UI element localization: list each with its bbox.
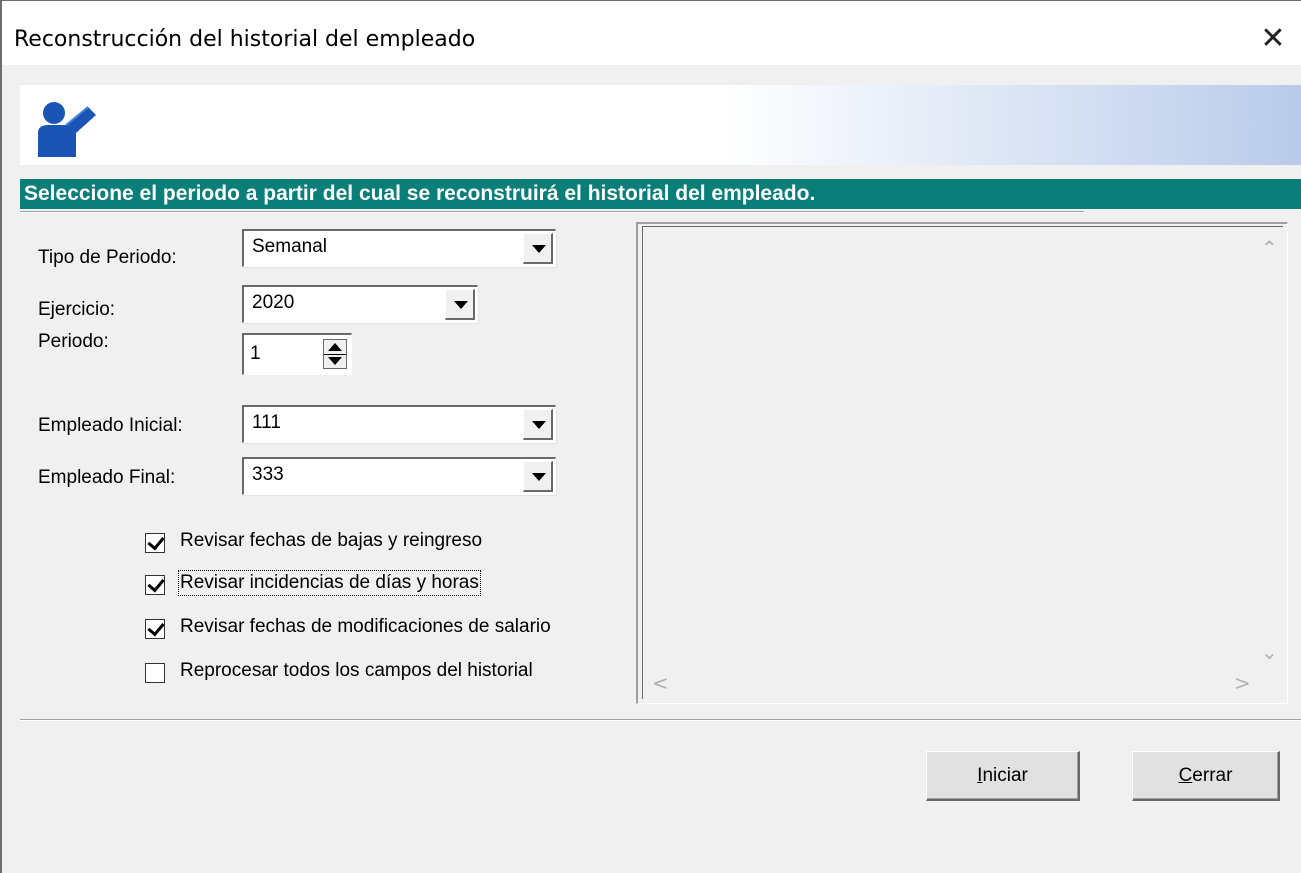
spin-down-icon[interactable] [328, 357, 342, 365]
chevron-down-icon[interactable] [523, 233, 553, 264]
empleado-inicial-label: Empleado Inicial: [38, 415, 183, 436]
divider [20, 211, 1084, 213]
iniciar-label: niciar [982, 765, 1028, 786]
iniciar-button[interactable]: Iniciar [926, 751, 1080, 801]
option-label: Revisar fechas de modificaciones de sala… [180, 616, 551, 637]
periodo-label: Periodo: [38, 331, 109, 352]
spin-up-icon[interactable] [328, 343, 342, 351]
checkbox[interactable] [145, 533, 165, 553]
banner [20, 85, 1301, 165]
spin-divider [324, 354, 346, 355]
empleado-final-select[interactable]: 333 [242, 457, 556, 495]
chevron-down-icon[interactable] [523, 409, 553, 440]
scroll-left-icon[interactable]: < [652, 671, 669, 695]
tipo-periodo-label: Tipo de Periodo: [38, 247, 177, 268]
tipo-periodo-select[interactable]: Semanal [242, 229, 556, 267]
periodo-stepper[interactable]: 1 [242, 333, 352, 375]
instruction-heading-bar: Seleccione el periodo a partir del cual … [20, 179, 1301, 209]
log-content [642, 226, 1283, 699]
cerrar-accel: C [1178, 765, 1193, 786]
scroll-up-icon[interactable]: ⌃ [1261, 236, 1278, 260]
horizontal-scrollbar[interactable]: < > [646, 671, 1251, 697]
ejercicio-value: 2020 [252, 292, 295, 313]
spin-buttons[interactable] [323, 339, 347, 369]
checkbox[interactable] [145, 663, 165, 683]
ejercicio-label: Ejercicio: [38, 299, 116, 320]
option-label: Revisar fechas de bajas y reingreso [180, 530, 483, 551]
instruction-heading: Seleccione el periodo a partir del cual … [24, 182, 816, 205]
footer-divider [20, 719, 1301, 721]
title-bar: Reconstrucción del historial del emplead… [2, 1, 1301, 65]
log-listbox[interactable]: ⌃ ⌄ < > [636, 222, 1288, 704]
vertical-scrollbar[interactable]: ⌃ ⌄ [1257, 230, 1285, 670]
empleado-inicial-select[interactable]: 111 [242, 405, 556, 443]
close-button[interactable]: ✕ [1253, 19, 1293, 59]
chevron-down-icon[interactable] [445, 289, 475, 320]
chevron-down-icon[interactable] [523, 461, 553, 492]
cerrar-label: errar [1192, 765, 1233, 786]
empleado-final-value: 333 [252, 464, 284, 485]
option-label: Reprocesar todos los campos del historia… [180, 660, 533, 681]
user-icon [38, 102, 96, 157]
window-title: Reconstrucción del historial del emplead… [14, 27, 476, 52]
cerrar-button[interactable]: Cerrar [1132, 751, 1280, 801]
tipo-periodo-value: Semanal [252, 236, 327, 257]
scroll-right-icon[interactable]: > [1234, 671, 1251, 695]
periodo-value: 1 [250, 343, 261, 364]
scroll-down-icon[interactable]: ⌄ [1261, 640, 1278, 664]
empleado-inicial-value: 111 [252, 412, 281, 433]
checkbox[interactable] [145, 619, 165, 639]
ejercicio-select[interactable]: 2020 [242, 285, 478, 323]
empleado-final-label: Empleado Final: [38, 467, 176, 488]
checkbox[interactable] [145, 575, 165, 595]
dialog-window: Reconstrucción del historial del emplead… [0, 0, 1301, 873]
option-label: Revisar incidencias de días y horas [178, 570, 481, 596]
